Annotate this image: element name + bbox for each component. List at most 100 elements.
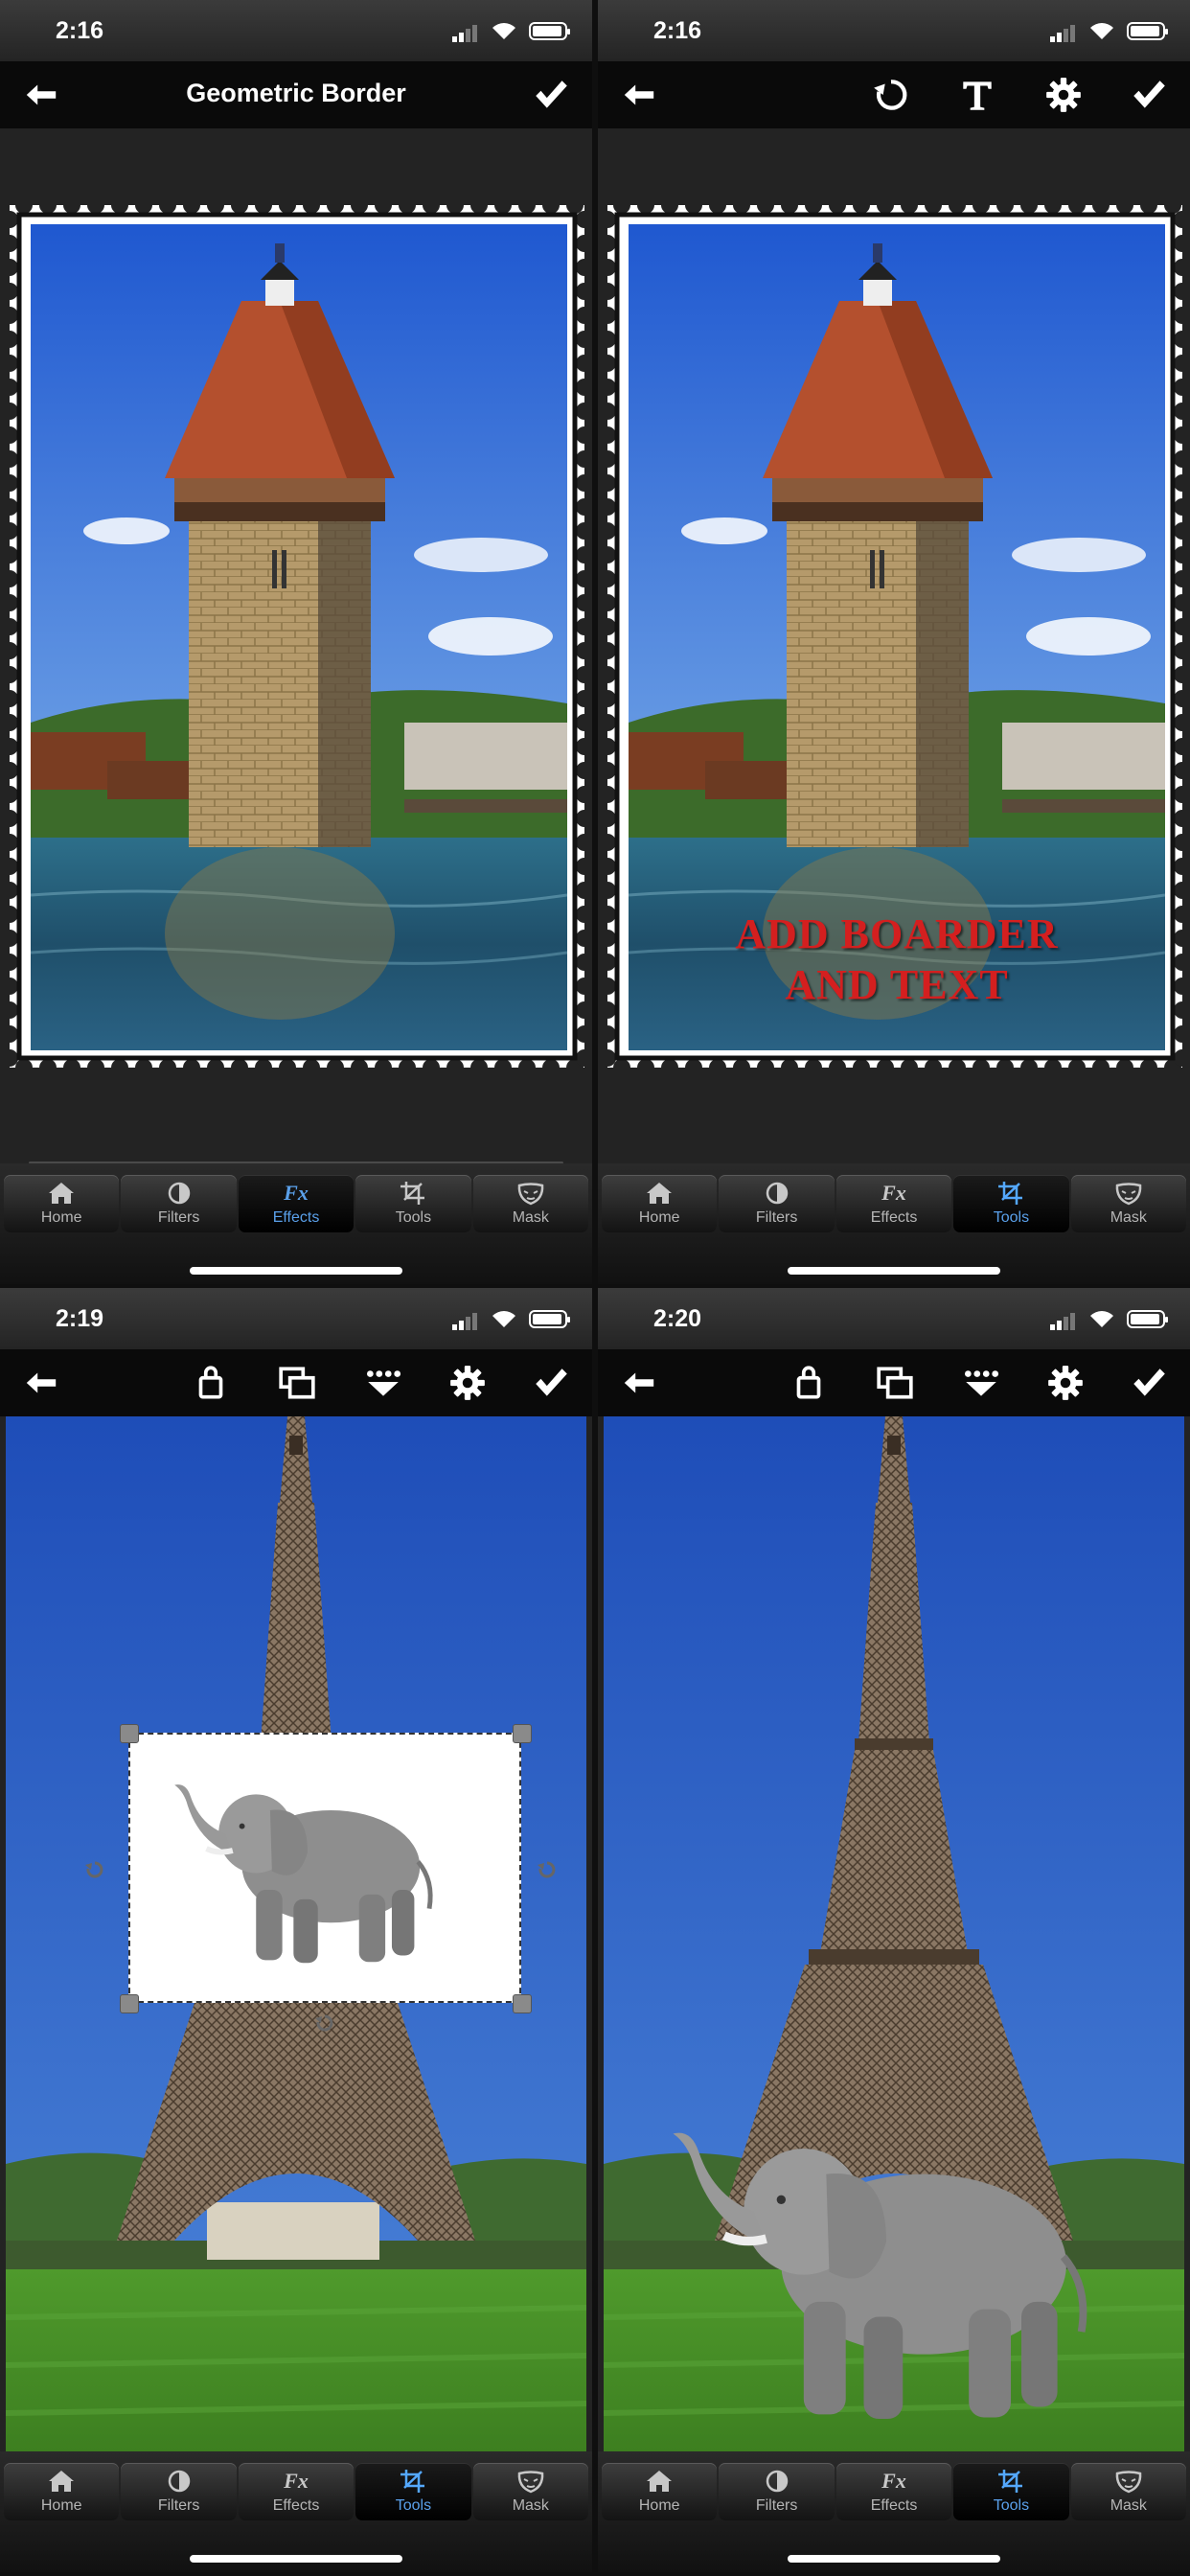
tab-label: Tools: [993, 2497, 1030, 2514]
top-toolbar: [598, 61, 1190, 128]
sticker-selection-box[interactable]: [128, 1733, 521, 2003]
cellular-signal-icon: [452, 1313, 477, 1330]
tab-tools[interactable]: Tools: [355, 1175, 471, 1232]
tab-home[interactable]: Home: [602, 1175, 718, 1232]
checkmark-icon[interactable]: [1129, 1363, 1169, 1403]
crop-icon: [996, 2469, 1025, 2494]
home-icon: [645, 1181, 674, 1206]
bag-icon[interactable]: [191, 1363, 231, 1403]
rotate-handle-right-icon[interactable]: [537, 1859, 558, 1880]
filters-icon: [165, 1181, 194, 1206]
panel-geometric-border: 2:16 Geometric Border Home Filters Fx Effec…: [0, 0, 592, 1284]
panel-sticker-result: 2:20 Home Filters Fx Effects Tools Mask: [598, 1288, 1190, 2572]
stamp-border-photo[interactable]: ADD BOARDER AND TEXT: [607, 205, 1182, 1068]
status-bar: 2:16: [598, 0, 1190, 61]
rotate-handle-bottom-icon[interactable]: [314, 2012, 335, 2034]
tab-mask[interactable]: Mask: [472, 1175, 589, 1232]
tab-tools[interactable]: Tools: [953, 1175, 1069, 1232]
text-icon[interactable]: [957, 75, 997, 115]
tab-label: Filters: [755, 2497, 798, 2514]
tab-mask[interactable]: Mask: [472, 2463, 589, 2520]
canvas-area: ADD BOARDER AND TEXT: [598, 128, 1190, 1163]
overlay-text-line-2[interactable]: AND TEXT: [629, 960, 1165, 1009]
tab-tools[interactable]: Tools: [953, 2463, 1069, 2520]
battery-icon: [529, 22, 570, 40]
resize-handle-top-right[interactable]: [513, 1724, 532, 1743]
tab-label: Tools: [993, 1209, 1030, 1226]
back-arrow-icon[interactable]: [621, 77, 657, 113]
tab-filters[interactable]: Filters: [719, 1175, 835, 1232]
tab-tools[interactable]: Tools: [355, 2463, 471, 2520]
status-bar: 2:16: [0, 0, 592, 61]
home-icon: [47, 2469, 76, 2494]
layers-icon[interactable]: [277, 1363, 317, 1403]
tab-label: Effects: [870, 2497, 918, 2514]
panel-border-text: 2:16 ADD BOARDER AND TEXT Home Filters Fx E…: [598, 0, 1190, 1284]
checkmark-icon[interactable]: [531, 75, 571, 115]
checkmark-icon[interactable]: [531, 1363, 571, 1403]
points-icon[interactable]: [961, 1363, 1001, 1403]
resize-handle-bottom-left[interactable]: [120, 1994, 139, 2013]
status-time: 2:19: [56, 1305, 104, 1332]
home-icon: [47, 1181, 76, 1206]
points-icon[interactable]: [363, 1363, 403, 1403]
resize-handle-bottom-right[interactable]: [513, 1994, 532, 2013]
tab-label: Mask: [1110, 1209, 1147, 1226]
crop-icon: [996, 1181, 1025, 1206]
rotate-icon[interactable]: [871, 75, 911, 115]
tab-filters[interactable]: Filters: [121, 2463, 237, 2520]
stamp-border-photo[interactable]: [10, 205, 584, 1068]
status-time: 2:20: [653, 1305, 702, 1332]
layers-icon[interactable]: [875, 1363, 915, 1403]
filters-icon: [763, 1181, 791, 1206]
gear-icon[interactable]: [1043, 75, 1084, 115]
tab-label: Home: [638, 2497, 680, 2514]
top-toolbar: [598, 1349, 1190, 1416]
home-indicator: [788, 1267, 1000, 1275]
panel-sticker-edit: 2:19 Home Filters Fx Effects Tools Mask: [0, 1288, 592, 2572]
tab-mask[interactable]: Mask: [1070, 2463, 1187, 2520]
gear-icon[interactable]: [1045, 1363, 1086, 1403]
photo-eiffel-tower[interactable]: [604, 1416, 1184, 2451]
wifi-icon: [492, 1311, 515, 1327]
tab-mask[interactable]: Mask: [1070, 1175, 1187, 1232]
gear-icon[interactable]: [447, 1363, 488, 1403]
tab-effects[interactable]: Fx Effects: [835, 2463, 952, 2520]
canvas-area: [598, 1416, 1190, 2451]
resize-handle-top-left[interactable]: [120, 1724, 139, 1743]
wifi-icon: [492, 23, 515, 39]
cellular-signal-icon: [1050, 25, 1075, 42]
back-arrow-icon[interactable]: [23, 1365, 59, 1401]
tab-home[interactable]: Home: [602, 2463, 718, 2520]
back-arrow-icon[interactable]: [621, 1365, 657, 1401]
battery-icon: [1127, 1310, 1168, 1328]
photo-eiffel-tower[interactable]: [6, 1416, 586, 2451]
tab-filters[interactable]: Filters: [121, 1175, 237, 1232]
mask-icon: [516, 1181, 545, 1206]
wifi-icon: [1090, 1311, 1113, 1327]
tab-label: Home: [40, 1209, 82, 1226]
wifi-icon: [1090, 23, 1113, 39]
bottom-tab-bar: Home Filters Fx Effects Tools Mask: [0, 1163, 592, 1284]
mask-icon: [1114, 2469, 1143, 2494]
battery-icon: [529, 1310, 570, 1328]
tab-label: Tools: [395, 2497, 432, 2514]
tab-home[interactable]: Home: [4, 1175, 120, 1232]
tab-home[interactable]: Home: [4, 2463, 120, 2520]
bag-icon[interactable]: [789, 1363, 829, 1403]
rotate-handle-left-icon[interactable]: [84, 1859, 105, 1880]
elephant-sticker: [154, 1768, 461, 1974]
checkmark-icon[interactable]: [1129, 75, 1169, 115]
overlay-text-line-1[interactable]: ADD BOARDER: [629, 909, 1165, 958]
home-indicator: [190, 2555, 402, 2563]
tab-label: Filters: [157, 2497, 200, 2514]
page-title: Geometric Border: [186, 79, 406, 107]
tab-effects[interactable]: Fx Effects: [238, 2463, 355, 2520]
tab-effects[interactable]: Fx Effects: [835, 1175, 952, 1232]
tab-label: Tools: [395, 1209, 432, 1226]
fx-icon: Fx: [284, 1181, 309, 1205]
tab-effects[interactable]: Fx Effects: [238, 1175, 355, 1232]
elephant-sticker[interactable]: [661, 2106, 1111, 2437]
tab-label: Mask: [512, 1209, 549, 1226]
tab-filters[interactable]: Filters: [719, 2463, 835, 2520]
